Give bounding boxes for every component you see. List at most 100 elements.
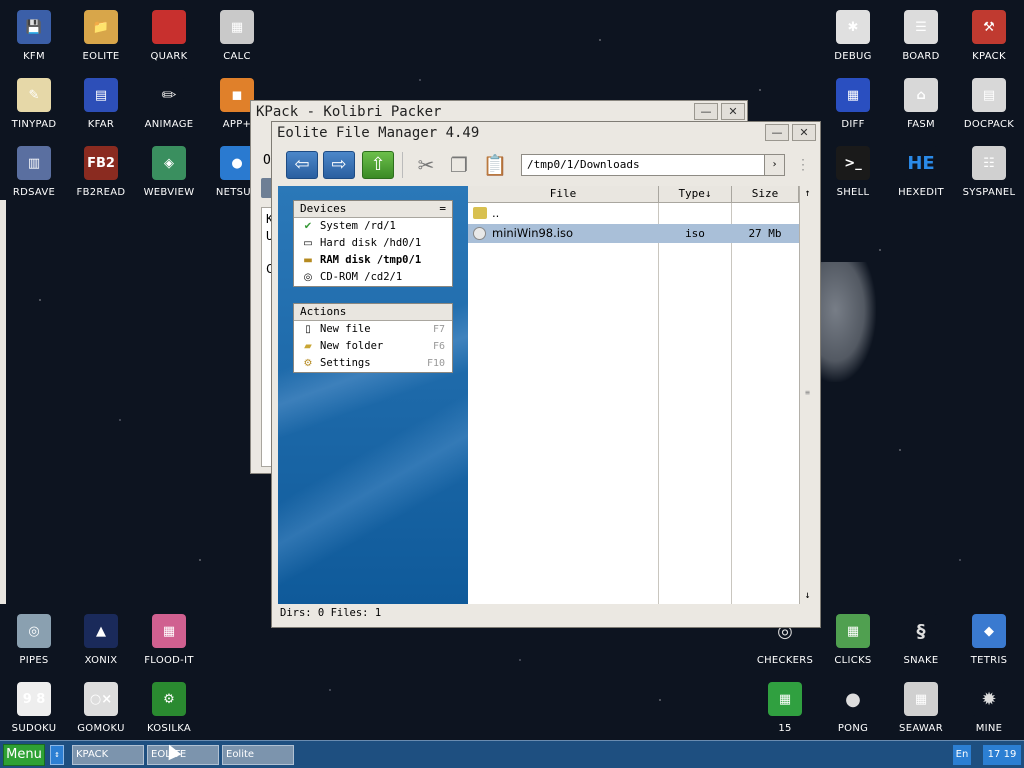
go-arrow-icon: › xyxy=(771,159,778,170)
snake-icon: § xyxy=(904,614,938,648)
action-settings[interactable]: ⚙ Settings F10 xyxy=(294,355,452,372)
desktop-icon-kosilka[interactable]: ⚙ KOSILKA xyxy=(135,674,203,740)
copy-button[interactable]: ❐ xyxy=(446,152,472,178)
file-list[interactable]: File Type↓ Size .. miniWin98.iso iso 27 Mb xyxy=(468,186,799,604)
action-new-file[interactable]: ▯ New file F7 xyxy=(294,321,452,338)
device-system[interactable]: ✔ System /rd/1 xyxy=(294,218,452,235)
desktop-icon-clicks[interactable]: ▦ CLICKS xyxy=(819,606,887,672)
desktop-icon-seawar[interactable]: ▦ SEAWAR xyxy=(887,674,955,740)
notebook-icon xyxy=(152,10,186,44)
column-header-size[interactable]: Size xyxy=(732,186,799,203)
desktop-icon-label: CHECKERS xyxy=(756,655,814,666)
path-input[interactable]: /tmp0/1/Downloads xyxy=(521,154,785,176)
scroll-down-button[interactable]: ↓ xyxy=(800,588,815,604)
desktop-icon-xonix[interactable]: ▲ XONIX xyxy=(67,606,135,672)
kpack-close-button[interactable]: ✕ xyxy=(721,103,745,120)
desktop-icon-animage[interactable]: ✏ ANIMAGE xyxy=(135,70,203,136)
desktop-icon-snake[interactable]: § SNAKE xyxy=(887,606,955,672)
task-kpack[interactable]: KPACK xyxy=(72,745,144,765)
calculator-icon: ▦ xyxy=(220,10,254,44)
globe-icon: ● xyxy=(220,146,254,180)
forward-button[interactable]: ⇨ xyxy=(323,151,355,179)
eolite-window[interactable]: Eolite File Manager 4.49 — ✕ ⇦ ⇨ ⇧ ✂ ❐ 📋… xyxy=(271,121,821,628)
desktop-icon-fasm[interactable]: ⌂ FASM xyxy=(887,70,955,136)
file-row[interactable]: .. xyxy=(468,204,799,223)
task-eolite-2[interactable]: Eolite xyxy=(222,745,294,765)
desktop-icon-15[interactable]: ▦ 15 xyxy=(751,674,819,740)
desktop-icon-gomoku[interactable]: ○× GOMOKU xyxy=(67,674,135,740)
device-hard[interactable]: ▭ Hard disk /hd0/1 xyxy=(294,235,452,252)
shortcut-key: F10 xyxy=(426,358,445,369)
desktop-icon-sudoku[interactable]: 9 8 SUDOKU xyxy=(0,674,68,740)
back-button[interactable]: ⇦ xyxy=(286,151,318,179)
eolite-minimize-button[interactable]: — xyxy=(765,124,789,141)
paste-button[interactable]: 📋 xyxy=(482,152,508,178)
desktop-icon-calc[interactable]: ▦ CALC xyxy=(203,2,271,68)
desktop-icon-docpack[interactable]: ▤ DOCPACK xyxy=(955,70,1023,136)
desktop-icon-diff[interactable]: ▦ DIFF xyxy=(819,70,887,136)
desktop-icon-debug[interactable]: ✱ DEBUG xyxy=(819,2,887,68)
desktop-icon-mine[interactable]: ✹ MINE xyxy=(955,674,1023,740)
desktop-icon-board[interactable]: ☰ BOARD xyxy=(887,2,955,68)
task-switch-button[interactable]: ↕ xyxy=(50,745,64,765)
desktop-icon-quark[interactable]: QUARK xyxy=(135,2,203,68)
collapse-icon[interactable]: = xyxy=(439,201,446,217)
eolite-close-button[interactable]: ✕ xyxy=(792,124,816,141)
scroll-thumb[interactable]: ≡ xyxy=(800,388,815,398)
desktop-icon-pipes[interactable]: ◎ PIPES xyxy=(0,606,68,672)
kpack-text-o: O xyxy=(263,153,271,168)
column-header-file[interactable]: File xyxy=(468,186,659,203)
kpack-titlebar[interactable]: KPack - Kolibri Packer xyxy=(251,101,747,123)
device-cd-rom[interactable]: ◎ CD-ROM /cd2/1 xyxy=(294,269,452,286)
notepad-icon: ✎ xyxy=(17,78,51,112)
save-icon: ▥ xyxy=(17,146,51,180)
column-header-type[interactable]: Type↓ xyxy=(659,186,732,203)
clipboard-icon: 📋 xyxy=(482,153,508,177)
devices-header[interactable]: Devices = xyxy=(294,201,452,218)
desktop-icon-kfar[interactable]: ▤ KFAR xyxy=(67,70,135,136)
desktop-icon-tinypad[interactable]: ✎ TINYPAD xyxy=(0,70,68,136)
file-size: 27 Mb xyxy=(748,227,782,240)
cut-button[interactable]: ✂ xyxy=(413,152,439,178)
kpack-title: KPack - Kolibri Packer xyxy=(256,104,442,120)
path-go-button[interactable]: › xyxy=(764,155,784,175)
desktop-icon-rdsave[interactable]: ▥ RDSAVE xyxy=(0,138,68,204)
harddisk-icon: ▭ xyxy=(303,238,313,249)
action-new-folder[interactable]: ▰ New folder F6 xyxy=(294,338,452,355)
desktop-icon-hexedit[interactable]: HE HEXEDIT xyxy=(887,138,955,204)
desktop-icon-label: SEAWAR xyxy=(899,723,943,734)
desktop-icon-pong[interactable]: ● PONG xyxy=(819,674,887,740)
file-list-scrollbar[interactable]: ↑ ≡ ↓ xyxy=(799,186,815,604)
desktop-icon-label: ANIMAGE xyxy=(144,119,194,130)
language-indicator[interactable]: En xyxy=(953,745,971,765)
arrow-up-icon: ⇧ xyxy=(370,154,386,175)
gomoku-icon: ○× xyxy=(84,682,118,716)
desktop-icon-label: DIFF xyxy=(841,119,865,130)
panels-icon: ▤ xyxy=(84,78,118,112)
desktop-icon-webview[interactable]: ◈ WEBVIEW xyxy=(135,138,203,204)
eolite-titlebar[interactable]: Eolite File Manager 4.49 xyxy=(272,122,820,144)
desktop-icon-label: KPACK xyxy=(972,51,1006,62)
cdrom-icon: ◎ xyxy=(303,272,313,283)
desktop-icon-kpack[interactable]: ⚒ KPACK xyxy=(955,2,1023,68)
desktop-icon-kfm[interactable]: 💾 KFM xyxy=(0,2,68,68)
task-eolite-1[interactable]: EOLITE xyxy=(147,745,219,765)
desktop-icon-label: CALC xyxy=(223,51,251,62)
desktop-icon-flood-it[interactable]: ▦ FLOOD-IT xyxy=(135,606,203,672)
file-row[interactable]: miniWin98.iso iso 27 Mb xyxy=(468,224,799,243)
devices-title: Devices xyxy=(300,202,347,215)
clock[interactable]: 17 19 xyxy=(983,745,1021,765)
desktop-icon-tetris[interactable]: ◆ TETRIS xyxy=(955,606,1023,672)
desktop-icon-fb2read[interactable]: FB2 FB2READ xyxy=(67,138,135,204)
scroll-up-button[interactable]: ↑ xyxy=(800,186,815,202)
menu-button[interactable]: Menu xyxy=(3,744,45,766)
background-window-edge xyxy=(0,200,6,604)
arrow-left-icon: ⇦ xyxy=(294,154,310,175)
desktop-icon-eolite[interactable]: 📁 EOLITE xyxy=(67,2,135,68)
device-ram[interactable]: ▬ RAM disk /tmp0/1 xyxy=(294,252,452,269)
kpack-minimize-button[interactable]: — xyxy=(694,103,718,120)
desktop-icon-shell[interactable]: >_ SHELL xyxy=(819,138,887,204)
toolbar-menu-dots[interactable]: · · · xyxy=(800,156,806,176)
desktop-icon-syspanel[interactable]: ☷ SYSPANEL xyxy=(955,138,1023,204)
up-button[interactable]: ⇧ xyxy=(362,151,394,179)
